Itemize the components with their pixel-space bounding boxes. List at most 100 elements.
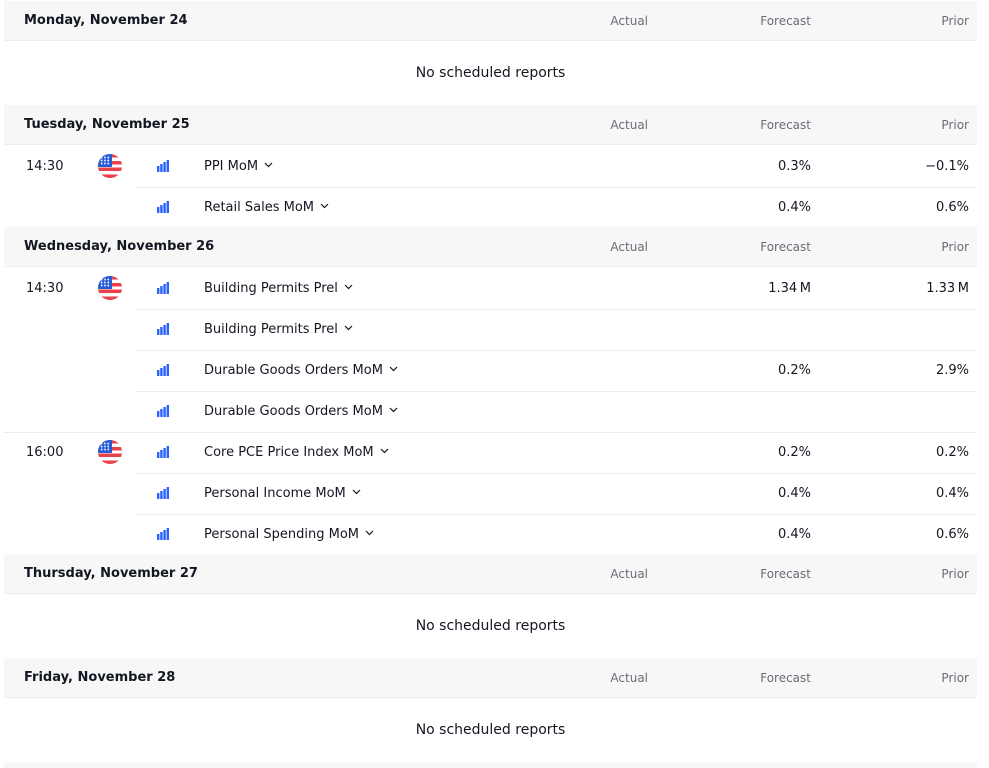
event-time: 14:30 [26,159,64,174]
forecast-column-header: Forecast [760,240,811,254]
event-row[interactable]: 14:30 Building Permits Prel 1.34 M 1.33 … [4,268,977,309]
event-name-label: Core PCE Price Index MoM [204,445,374,460]
chevron-down-icon[interactable] [344,323,353,332]
prior-value: 0.6% [935,527,969,542]
chevron-down-icon[interactable] [264,160,273,169]
actual-value [568,309,648,350]
prior-value [889,309,969,350]
event-name[interactable]: Retail Sales MoM [204,187,329,228]
event-time: 16:00 [26,445,64,460]
day-title: Tuesday, November 25 [24,117,190,132]
day-header-partial [4,762,977,768]
event-name-label: Building Permits Prel [204,322,338,337]
bar-chart-icon [157,364,169,376]
day-header: Thursday, November 27 Actual Forecast Pr… [4,554,977,594]
actual-column-header: Actual [610,671,648,685]
event-name[interactable]: Durable Goods Orders MoM [204,350,398,391]
chevron-down-icon[interactable] [320,201,329,210]
forecast-value: 0.4% [777,486,811,501]
event-name[interactable]: Core PCE Price Index MoM [204,432,389,473]
us-flag-icon [98,276,122,300]
forecast-value: 0.3% [777,159,811,174]
forecast-column-header: Forecast [760,671,811,685]
event-row[interactable]: Personal Spending MoM 0.4% 0.6% [4,514,977,555]
day-title: Thursday, November 27 [24,566,198,581]
forecast-value: 1.34 M [768,281,811,296]
economic-calendar: Monday, November 24 Actual Forecast Prio… [0,0,989,768]
us-flag-icon [98,154,122,178]
event-name-label: Personal Spending MoM [204,527,360,542]
day-title: Wednesday, November 26 [24,239,215,254]
chevron-down-icon[interactable] [389,364,398,373]
prior-value: −0.1% [925,159,969,174]
actual-column-header: Actual [610,14,648,28]
event-time: 14:30 [26,281,64,296]
prior-value: 0.4% [935,486,969,501]
bar-chart-icon [157,201,169,213]
prior-column-header: Prior [941,118,969,132]
forecast-value [721,391,811,432]
event-name-label: Retail Sales MoM [204,200,314,215]
forecast-value [721,309,811,350]
prior-column-header: Prior [941,240,969,254]
actual-value [568,268,648,309]
event-name[interactable]: PPI MoM [204,146,273,187]
prior-column-header: Prior [941,14,969,28]
prior-column-header: Prior [941,567,969,581]
prior-value [889,391,969,432]
event-row[interactable]: Retail Sales MoM 0.4% 0.6% [4,187,977,228]
prior-column-header: Prior [941,671,969,685]
event-row[interactable]: 16:00 Core PCE Price Index MoM 0.2% 0.2% [4,432,977,473]
actual-column-header: Actual [610,567,648,581]
forecast-column-header: Forecast [760,118,811,132]
chevron-down-icon[interactable] [365,528,374,537]
actual-value [568,187,648,228]
event-row[interactable]: Durable Goods Orders MoM 0.2% 2.9% [4,350,977,391]
event-name[interactable]: Building Permits Prel [204,309,353,350]
event-name[interactable]: Durable Goods Orders MoM [204,391,398,432]
forecast-value: 0.2% [777,445,811,460]
bar-chart-icon [157,282,169,294]
chevron-down-icon[interactable] [344,282,353,291]
day-header: Wednesday, November 26 Actual Forecast P… [4,227,977,267]
prior-value: 1.33 M [926,281,969,296]
event-row[interactable]: Personal Income MoM 0.4% 0.4% [4,473,977,514]
forecast-value: 0.4% [777,200,811,215]
day-title: Monday, November 24 [24,13,188,28]
actual-column-header: Actual [610,240,648,254]
actual-value [568,514,648,555]
actual-value [568,432,648,473]
event-name[interactable]: Building Permits Prel [204,268,353,309]
day-header: Tuesday, November 25 Actual Forecast Pri… [4,105,977,145]
bar-chart-icon [157,487,169,499]
event-name-label: Building Permits Prel [204,281,338,296]
event-name-label: Personal Income MoM [204,486,346,501]
no-reports-message: No scheduled reports [415,618,566,634]
actual-value [568,350,648,391]
actual-value [568,391,648,432]
day-header: Friday, November 28 Actual Forecast Prio… [4,658,977,698]
actual-column-header: Actual [610,118,648,132]
event-name[interactable]: Personal Income MoM [204,473,361,514]
event-row[interactable]: Durable Goods Orders MoM [4,391,977,432]
forecast-value: 0.4% [777,527,811,542]
forecast-column-header: Forecast [760,567,811,581]
event-row[interactable]: 14:30 PPI MoM 0.3% −0.1% [4,146,977,187]
bar-chart-icon [157,323,169,335]
event-row[interactable]: Building Permits Prel [4,309,977,350]
chevron-down-icon[interactable] [352,487,361,496]
day-header: Monday, November 24 Actual Forecast Prio… [4,1,977,41]
chevron-down-icon[interactable] [380,446,389,455]
event-name[interactable]: Personal Spending MoM [204,514,374,555]
prior-value: 2.9% [935,363,969,378]
event-name-label: PPI MoM [204,159,259,174]
forecast-column-header: Forecast [760,14,811,28]
chevron-down-icon[interactable] [389,405,398,414]
bar-chart-icon [157,160,169,172]
bar-chart-icon [157,446,169,458]
prior-value: 0.6% [935,200,969,215]
bar-chart-icon [157,528,169,540]
actual-value [568,473,648,514]
day-title: Friday, November 28 [24,670,176,685]
event-name-label: Durable Goods Orders MoM [204,363,383,378]
